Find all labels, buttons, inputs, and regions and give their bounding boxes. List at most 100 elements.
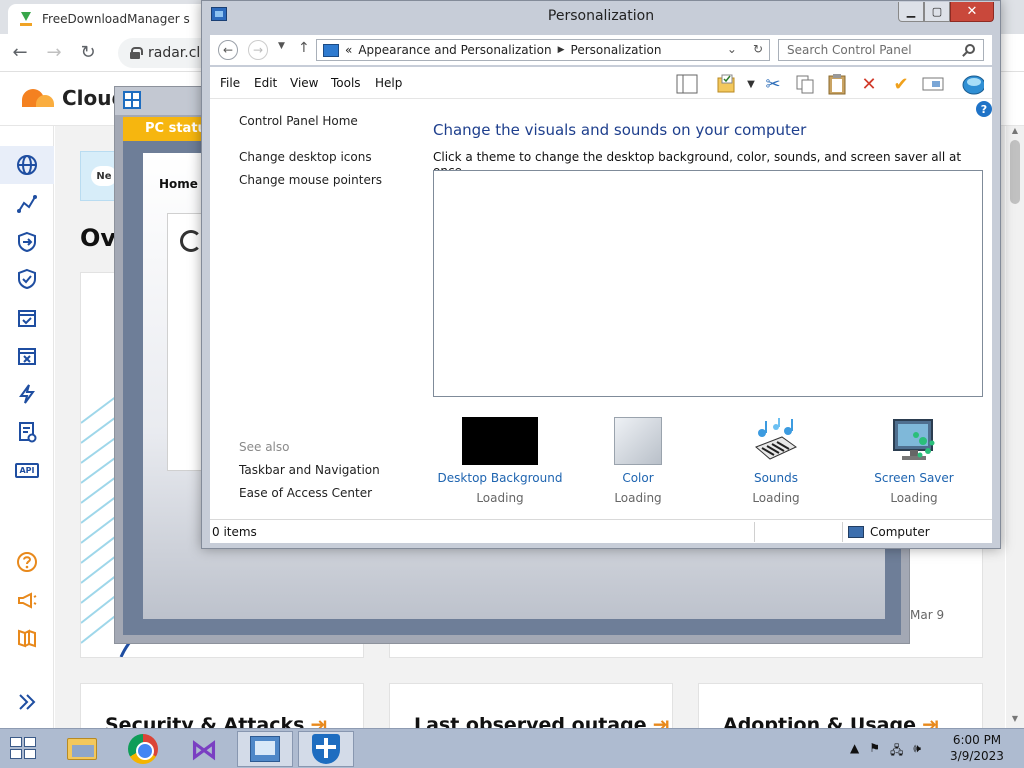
address-history-chevron-icon[interactable]: ⌄	[727, 42, 737, 56]
pc-status-home-link[interactable]: Home	[159, 177, 198, 191]
menu-edit[interactable]: Edit	[254, 76, 277, 90]
close-button[interactable]: ✕	[950, 2, 994, 22]
security-shield-icon[interactable]	[15, 267, 39, 291]
menu-file[interactable]: File	[220, 76, 240, 90]
pc-status-card	[167, 213, 203, 471]
lightning-icon[interactable]	[15, 382, 39, 406]
window-titlebar[interactable]: Personalization ▁ ▢ ✕	[202, 1, 1000, 33]
expand-sidebar-icon[interactable]	[15, 690, 39, 714]
status-location: Computer	[848, 525, 930, 539]
screen-saver-icon[interactable]	[890, 417, 938, 465]
help-question-icon[interactable]: ?	[976, 101, 992, 117]
breadcrumb-prefix[interactable]: «	[345, 43, 352, 57]
clock-date: 3/9/2023	[950, 749, 1004, 763]
scroll-down-arrow-icon[interactable]: ▼	[1006, 714, 1024, 723]
search-placeholder: Search Control Panel	[787, 43, 912, 57]
calendar-check-icon[interactable]	[15, 306, 39, 330]
change-desktop-icons-link[interactable]: Change desktop icons	[239, 150, 372, 164]
minimize-button[interactable]: ▁	[898, 2, 924, 22]
sounds-link[interactable]: Sounds	[706, 471, 846, 485]
desktop-background-thumbnail[interactable]	[462, 417, 538, 465]
control-panel-icon	[250, 736, 280, 762]
scroll-thumb[interactable]	[1010, 140, 1020, 204]
outage-icon[interactable]	[15, 344, 39, 368]
folder-icon	[67, 738, 97, 760]
breadcrumb-personalization[interactable]: Personalization	[571, 43, 662, 57]
book-icon[interactable]	[15, 626, 39, 650]
up-level-button[interactable]: ↑	[298, 40, 310, 56]
globe-icon[interactable]	[0, 146, 54, 184]
file-explorer-button[interactable]	[54, 731, 110, 767]
control-panel-taskbar-button[interactable]	[237, 731, 293, 767]
reload-icon[interactable]: ↻	[78, 42, 98, 63]
tray-expand-icon[interactable]: ▲	[850, 741, 859, 762]
theme-list[interactable]	[433, 170, 983, 397]
taskbar-clock[interactable]: 6:00 PM 3/9/2023	[940, 732, 1014, 764]
color-link[interactable]: Color	[568, 471, 708, 485]
delete-x-icon[interactable]: ✕	[858, 73, 880, 95]
screen-saver-link[interactable]: Screen Saver	[844, 471, 984, 485]
computer-icon	[848, 526, 864, 538]
sounds-icon[interactable]	[752, 417, 800, 465]
status-divider	[842, 522, 843, 542]
cut-scissors-icon[interactable]: ✂	[762, 73, 784, 95]
control-panel-home-link[interactable]: Control Panel Home	[239, 114, 358, 128]
site-logo[interactable]: Cloud	[14, 86, 126, 110]
taskbar-navigation-link[interactable]: Taskbar and Navigation	[239, 463, 380, 477]
megaphone-icon[interactable]	[15, 588, 39, 612]
routing-icon[interactable]	[15, 192, 39, 216]
recent-pages-chevron-icon[interactable]: ▼	[278, 41, 285, 51]
properties-folder-icon[interactable]	[716, 73, 738, 95]
control-panel-icon	[323, 43, 339, 57]
clock-time: 6:00 PM	[952, 733, 1002, 747]
site-sidebar: API	[0, 126, 54, 728]
search-input[interactable]: Search Control Panel	[778, 39, 984, 61]
properties-dropdown-icon[interactable]: ▼	[740, 73, 762, 95]
forward-arrow-icon[interactable]: →	[44, 42, 64, 63]
report-icon[interactable]	[15, 420, 39, 444]
api-label: API	[15, 462, 39, 478]
desktop-background-link[interactable]: Desktop Background	[430, 471, 570, 485]
help-circle-icon[interactable]	[15, 550, 39, 574]
address-breadcrumb[interactable]: « Appearance and Personalization ▶ Perso…	[316, 39, 770, 61]
action-center-flag-icon[interactable]: ⚑	[869, 741, 880, 762]
shell-globe-icon[interactable]	[962, 73, 984, 95]
refresh-icon[interactable]: ↻	[753, 42, 763, 56]
scroll-up-arrow-icon[interactable]: ▲	[1006, 126, 1024, 135]
desktop-background-status: Loading	[476, 491, 524, 505]
menu-help[interactable]: Help	[375, 76, 402, 90]
chrome-button[interactable]	[115, 731, 171, 767]
see-also-label: See also	[239, 440, 290, 454]
ease-of-access-link[interactable]: Ease of Access Center	[239, 486, 372, 500]
chrome-icon	[128, 734, 158, 764]
browser-tab[interactable]: FreeDownloadManager s	[8, 4, 208, 34]
network-icon[interactable]: 🖧	[890, 741, 903, 762]
back-arrow-icon[interactable]: ←	[10, 42, 30, 63]
color-status: Loading	[614, 491, 662, 505]
forward-button[interactable]: →	[248, 40, 268, 60]
start-button[interactable]	[10, 737, 38, 761]
breadcrumb-appearance[interactable]: Appearance and Personalization	[358, 43, 551, 57]
search-icon[interactable]	[965, 44, 975, 54]
visual-studio-button[interactable]: ⋈	[176, 731, 232, 767]
windows-security-taskbar-button[interactable]	[298, 731, 354, 767]
change-mouse-pointers-link[interactable]: Change mouse pointers	[239, 173, 382, 187]
breadcrumb-separator-icon[interactable]: ▶	[558, 45, 565, 55]
window-title: Personalization	[547, 8, 655, 24]
traffic-shield-icon[interactable]	[15, 230, 39, 254]
status-location-label: Computer	[870, 525, 930, 539]
layout-pane-icon[interactable]	[676, 73, 698, 95]
maximize-button[interactable]: ▢	[924, 2, 950, 22]
menu-tools[interactable]: Tools	[331, 76, 361, 90]
rename-field-icon[interactable]	[922, 73, 944, 95]
copy-icon[interactable]	[794, 73, 816, 95]
page-scrollbar[interactable]: ▲ ▼	[1006, 126, 1024, 728]
menu-view[interactable]: View	[290, 76, 318, 90]
api-icon[interactable]: API	[15, 458, 39, 482]
paste-clipboard-icon[interactable]	[826, 73, 848, 95]
volume-icon[interactable]: 🕪	[913, 741, 921, 762]
back-button[interactable]: ←	[218, 40, 238, 60]
cloud-logo-icon	[14, 87, 56, 109]
checkmark-icon[interactable]: ✔	[890, 73, 912, 95]
color-thumbnail[interactable]	[614, 417, 662, 465]
